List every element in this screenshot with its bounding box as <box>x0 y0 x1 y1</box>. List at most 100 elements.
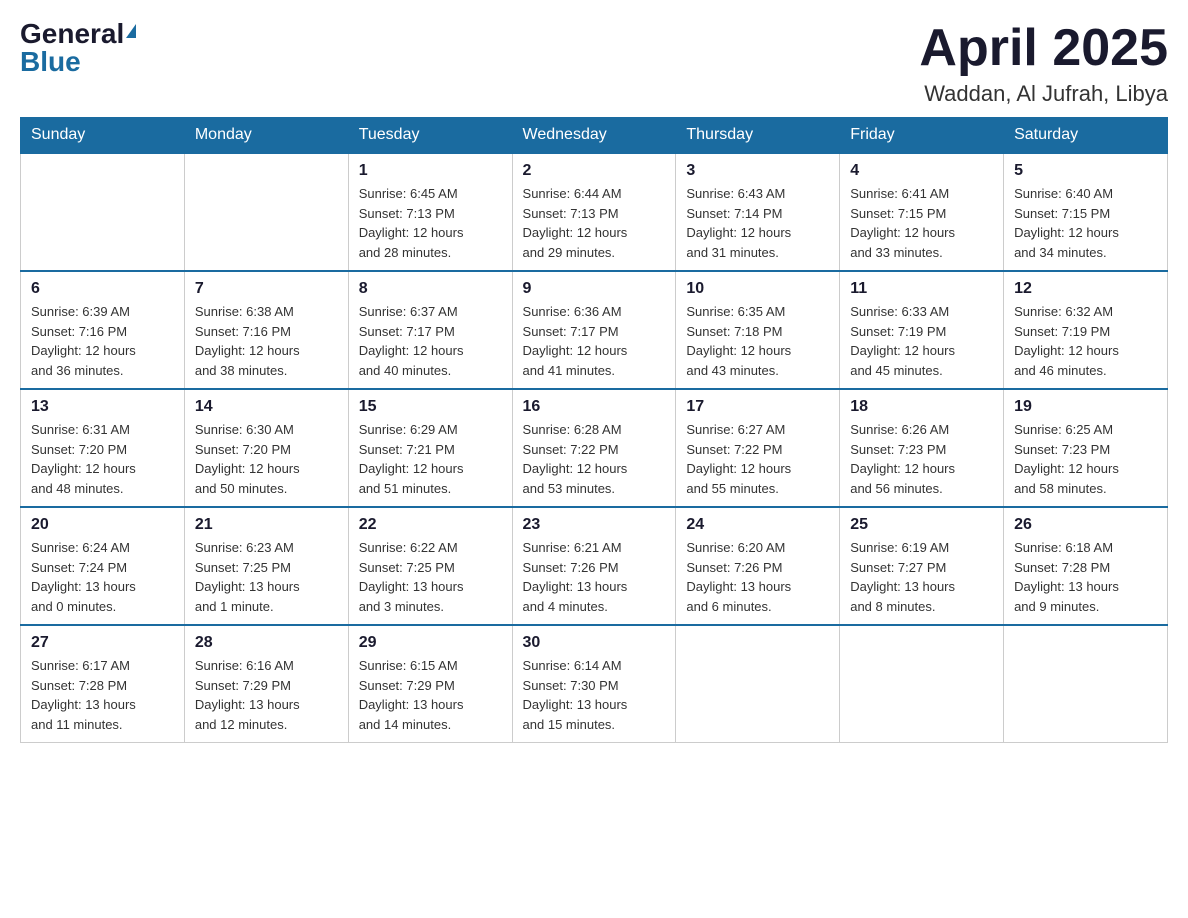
day-number: 14 <box>195 398 338 416</box>
day-cell: 9 Sunrise: 6:36 AMSunset: 7:17 PMDaylight… <box>512 271 676 389</box>
day-number: 5 <box>1014 162 1157 180</box>
day-cell <box>676 625 840 743</box>
day-cell: 15 Sunrise: 6:29 AMSunset: 7:21 PMDayligh… <box>348 389 512 507</box>
day-info: Sunrise: 6:40 AMSunset: 7:15 PMDaylight:… <box>1014 184 1157 262</box>
day-cell: 22Sunrise: 6:22 AMSunset: 7:25 PMDayligh… <box>348 507 512 625</box>
day-number: 9 <box>523 280 666 298</box>
day-info: Sunrise: 6:15 AMSunset: 7:29 PMDaylight:… <box>359 656 502 734</box>
day-number: 25 <box>850 516 993 534</box>
day-number: 18 <box>850 398 993 416</box>
day-header-saturday: Saturday <box>1004 118 1168 154</box>
day-cell: 17 Sunrise: 6:27 AMSunset: 7:22 PMDayligh… <box>676 389 840 507</box>
day-info: Sunrise: 6:20 AMSunset: 7:26 PMDaylight:… <box>686 538 829 616</box>
day-number: 26 <box>1014 516 1157 534</box>
day-number: 10 <box>686 280 829 298</box>
day-cell: 19 Sunrise: 6:25 AMSunset: 7:23 PMDayligh… <box>1004 389 1168 507</box>
day-info: Sunrise: 6:24 AMSunset: 7:24 PMDaylight:… <box>31 538 174 616</box>
day-number: 20 <box>31 516 174 534</box>
day-info: Sunrise: 6:39 AMSunset: 7:16 PMDaylight:… <box>31 302 174 380</box>
logo-blue-text: Blue <box>20 48 81 76</box>
day-info: Sunrise: 6:18 AMSunset: 7:28 PMDaylight:… <box>1014 538 1157 616</box>
day-cell: 8 Sunrise: 6:37 AMSunset: 7:17 PMDaylight… <box>348 271 512 389</box>
day-header-wednesday: Wednesday <box>512 118 676 154</box>
day-number: 6 <box>31 280 174 298</box>
day-info: Sunrise: 6:31 AMSunset: 7:20 PMDaylight:… <box>31 420 174 498</box>
day-number: 23 <box>523 516 666 534</box>
day-cell: 1 Sunrise: 6:45 AMSunset: 7:13 PMDaylight… <box>348 153 512 271</box>
logo-triangle-icon <box>126 24 136 38</box>
day-number: 3 <box>686 162 829 180</box>
day-info: Sunrise: 6:26 AMSunset: 7:23 PMDaylight:… <box>850 420 993 498</box>
day-info: Sunrise: 6:37 AMSunset: 7:17 PMDaylight:… <box>359 302 502 380</box>
day-cell: 5 Sunrise: 6:40 AMSunset: 7:15 PMDaylight… <box>1004 153 1168 271</box>
day-info: Sunrise: 6:38 AMSunset: 7:16 PMDaylight:… <box>195 302 338 380</box>
day-info: Sunrise: 6:25 AMSunset: 7:23 PMDaylight:… <box>1014 420 1157 498</box>
logo-general-text: General <box>20 20 124 48</box>
day-cell <box>1004 625 1168 743</box>
day-info: Sunrise: 6:33 AMSunset: 7:19 PMDaylight:… <box>850 302 993 380</box>
day-header-monday: Monday <box>184 118 348 154</box>
day-cell: 29 Sunrise: 6:15 AMSunset: 7:29 PMDayligh… <box>348 625 512 743</box>
title-section: April 2025 Waddan, Al Jufrah, Libya <box>919 20 1168 107</box>
day-cell: 24 Sunrise: 6:20 AMSunset: 7:26 PMDayligh… <box>676 507 840 625</box>
day-header-tuesday: Tuesday <box>348 118 512 154</box>
day-number: 27 <box>31 634 174 652</box>
day-number: 24 <box>686 516 829 534</box>
day-number: 1 <box>359 162 502 180</box>
week-row-4: 20 Sunrise: 6:24 AMSunset: 7:24 PMDayligh… <box>21 507 1168 625</box>
day-cell: 10 Sunrise: 6:35 AMSunset: 7:18 PMDayligh… <box>676 271 840 389</box>
day-number: 15 <box>359 398 502 416</box>
day-number: 11 <box>850 280 993 298</box>
day-cell: 21Sunrise: 6:23 AMSunset: 7:25 PMDayligh… <box>184 507 348 625</box>
day-cell: 27 Sunrise: 6:17 AMSunset: 7:28 PMDayligh… <box>21 625 185 743</box>
day-number: 13 <box>31 398 174 416</box>
day-cell <box>840 625 1004 743</box>
calendar-header-row: SundayMondayTuesdayWednesdayThursdayFrid… <box>21 118 1168 154</box>
day-header-sunday: Sunday <box>21 118 185 154</box>
logo: General Blue <box>20 20 136 76</box>
day-cell: 6 Sunrise: 6:39 AMSunset: 7:16 PMDaylight… <box>21 271 185 389</box>
day-info: Sunrise: 6:23 AMSunset: 7:25 PMDaylight:… <box>195 538 338 616</box>
day-number: 19 <box>1014 398 1157 416</box>
day-number: 16 <box>523 398 666 416</box>
day-header-friday: Friday <box>840 118 1004 154</box>
day-cell: 4Sunrise: 6:41 AMSunset: 7:15 PMDaylight… <box>840 153 1004 271</box>
week-row-5: 27 Sunrise: 6:17 AMSunset: 7:28 PMDayligh… <box>21 625 1168 743</box>
calendar-table: SundayMondayTuesdayWednesdayThursdayFrid… <box>20 117 1168 743</box>
day-number: 22 <box>359 516 502 534</box>
week-row-3: 13 Sunrise: 6:31 AMSunset: 7:20 PMDayligh… <box>21 389 1168 507</box>
day-info: Sunrise: 6:45 AMSunset: 7:13 PMDaylight:… <box>359 184 502 262</box>
week-row-1: 1 Sunrise: 6:45 AMSunset: 7:13 PMDaylight… <box>21 153 1168 271</box>
day-cell: 7Sunrise: 6:38 AMSunset: 7:16 PMDaylight… <box>184 271 348 389</box>
day-cell: 16Sunrise: 6:28 AMSunset: 7:22 PMDayligh… <box>512 389 676 507</box>
day-header-thursday: Thursday <box>676 118 840 154</box>
calendar-location: Waddan, Al Jufrah, Libya <box>919 81 1168 107</box>
day-cell <box>184 153 348 271</box>
day-cell: 25 Sunrise: 6:19 AMSunset: 7:27 PMDayligh… <box>840 507 1004 625</box>
day-number: 2 <box>523 162 666 180</box>
day-info: Sunrise: 6:14 AMSunset: 7:30 PMDaylight:… <box>523 656 666 734</box>
page-header: General Blue April 2025 Waddan, Al Jufra… <box>20 20 1168 107</box>
day-number: 29 <box>359 634 502 652</box>
day-cell: 18 Sunrise: 6:26 AMSunset: 7:23 PMDayligh… <box>840 389 1004 507</box>
day-info: Sunrise: 6:17 AMSunset: 7:28 PMDaylight:… <box>31 656 174 734</box>
day-cell: 2Sunrise: 6:44 AMSunset: 7:13 PMDaylight… <box>512 153 676 271</box>
day-info: Sunrise: 6:36 AMSunset: 7:17 PMDaylight:… <box>523 302 666 380</box>
day-cell: 3Sunrise: 6:43 AMSunset: 7:14 PMDaylight… <box>676 153 840 271</box>
day-number: 8 <box>359 280 502 298</box>
day-info: Sunrise: 6:19 AMSunset: 7:27 PMDaylight:… <box>850 538 993 616</box>
day-number: 30 <box>523 634 666 652</box>
day-cell: 20 Sunrise: 6:24 AMSunset: 7:24 PMDayligh… <box>21 507 185 625</box>
day-info: Sunrise: 6:35 AMSunset: 7:18 PMDaylight:… <box>686 302 829 380</box>
day-cell: 28Sunrise: 6:16 AMSunset: 7:29 PMDayligh… <box>184 625 348 743</box>
day-info: Sunrise: 6:32 AMSunset: 7:19 PMDaylight:… <box>1014 302 1157 380</box>
day-info: Sunrise: 6:27 AMSunset: 7:22 PMDaylight:… <box>686 420 829 498</box>
day-info: Sunrise: 6:29 AMSunset: 7:21 PMDaylight:… <box>359 420 502 498</box>
day-number: 17 <box>686 398 829 416</box>
day-info: Sunrise: 6:30 AMSunset: 7:20 PMDaylight:… <box>195 420 338 498</box>
day-info: Sunrise: 6:16 AMSunset: 7:29 PMDaylight:… <box>195 656 338 734</box>
day-cell <box>21 153 185 271</box>
week-row-2: 6 Sunrise: 6:39 AMSunset: 7:16 PMDaylight… <box>21 271 1168 389</box>
day-info: Sunrise: 6:41 AMSunset: 7:15 PMDaylight:… <box>850 184 993 262</box>
day-cell: 14 Sunrise: 6:30 AMSunset: 7:20 PMDayligh… <box>184 389 348 507</box>
